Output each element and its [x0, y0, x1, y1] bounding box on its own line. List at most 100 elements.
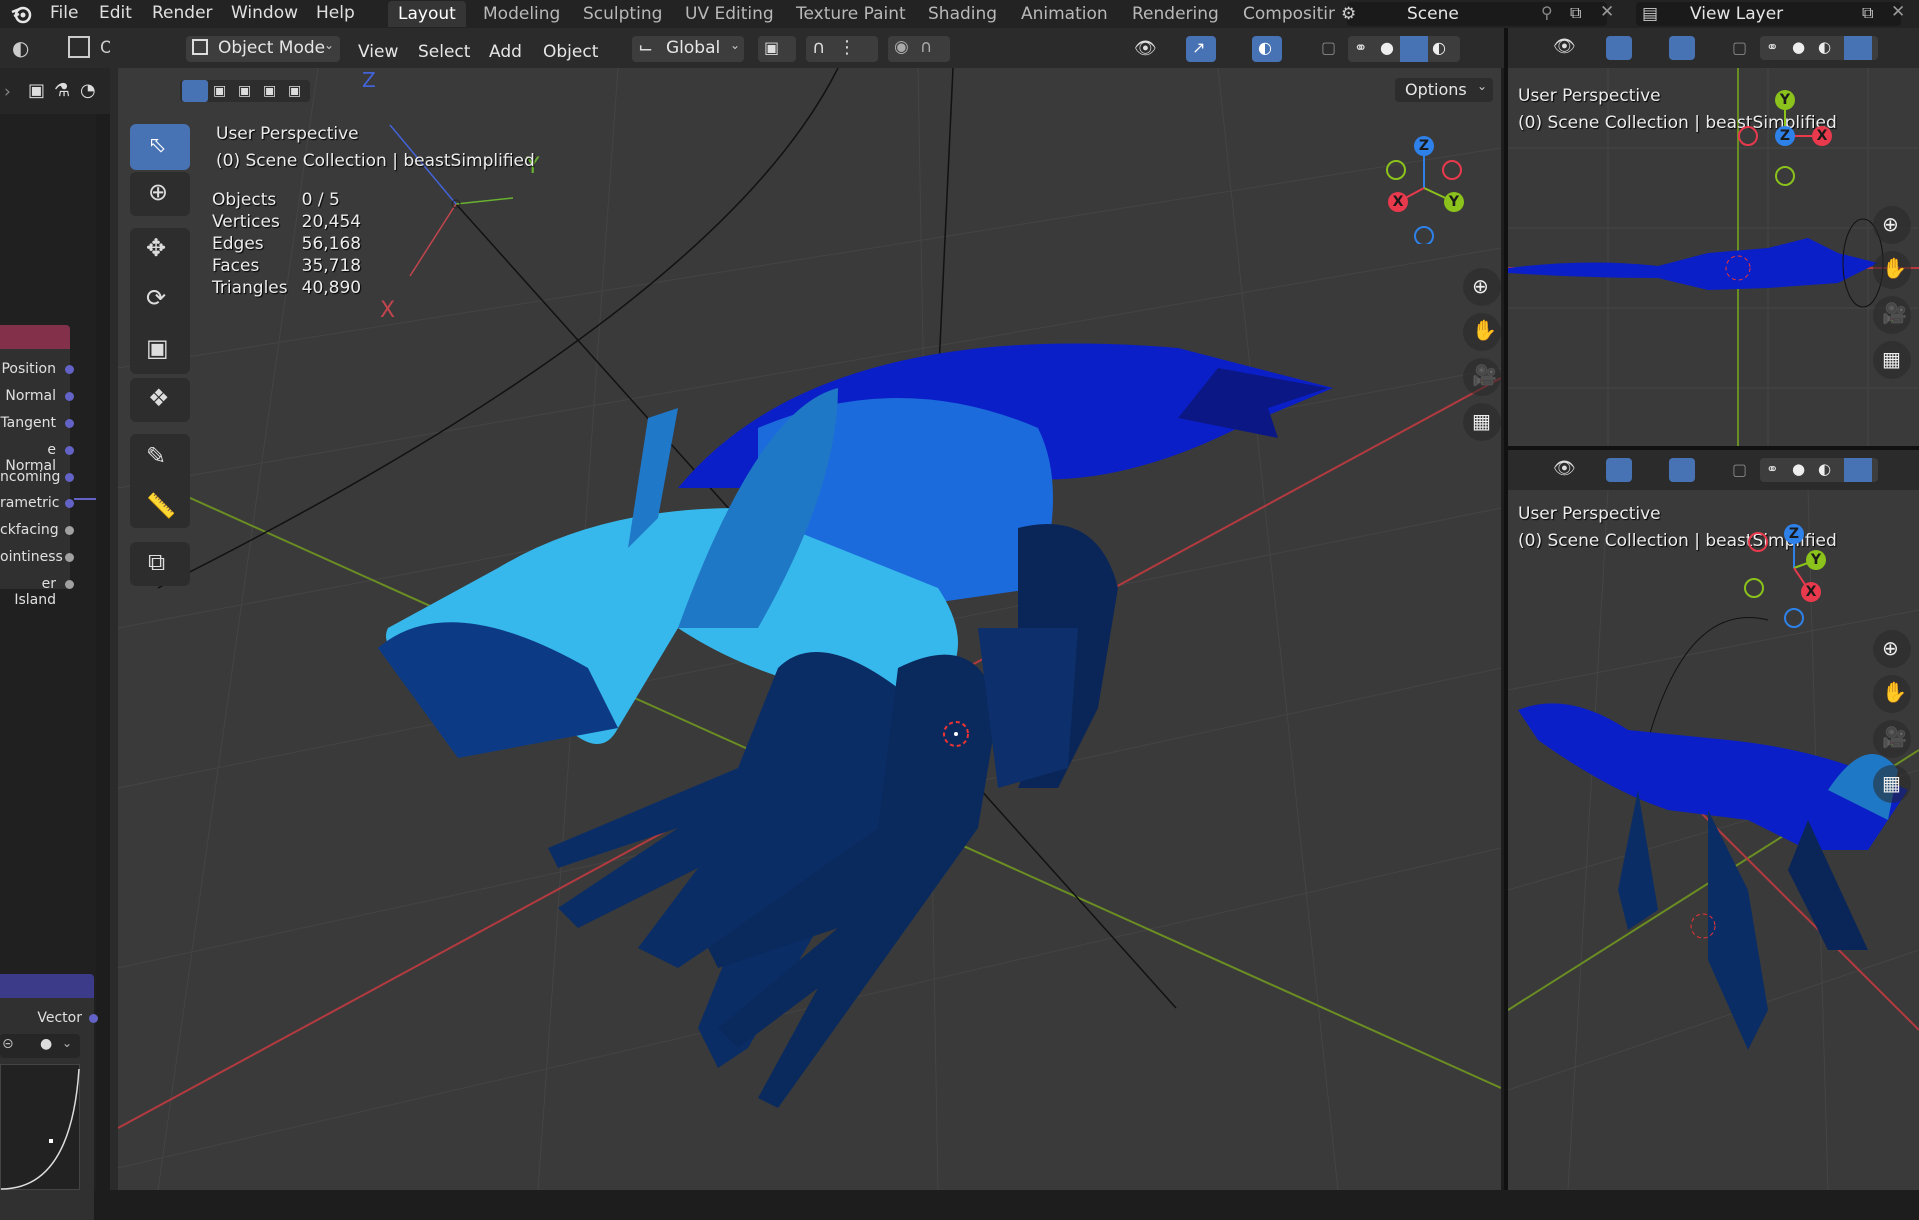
- menu-window[interactable]: Window: [231, 3, 298, 23]
- orientation-selector[interactable]: ⌙ Global ⌄: [632, 36, 744, 62]
- socket[interactable]: [65, 553, 74, 562]
- pin-icon[interactable]: ⚲: [1541, 3, 1553, 22]
- gizmo-axis-x[interactable]: X: [1801, 582, 1821, 602]
- select-intersect-icon[interactable]: ▣: [288, 83, 301, 99]
- node-icon[interactable]: ⚗: [54, 80, 70, 101]
- shading-modes[interactable]: ⚭ ● ◐: [1348, 36, 1460, 62]
- socket[interactable]: [89, 1014, 98, 1023]
- gizmo-toggle[interactable]: ↗: [1186, 36, 1216, 62]
- shading-modes[interactable]: ⚭ ● ◐: [1760, 36, 1878, 60]
- rendered-icon[interactable]: [1844, 36, 1872, 60]
- tab-compositing[interactable]: Compositing: [1233, 1, 1335, 27]
- rendered-icon[interactable]: [1844, 458, 1872, 482]
- gizmo-axis-z[interactable]: Z: [1414, 136, 1434, 156]
- overlay-toggle[interactable]: [1669, 36, 1695, 60]
- top-right-viewport[interactable]: User Perspective (0) Scene Collection | …: [1508, 68, 1919, 446]
- gizmo-axis-x[interactable]: X: [1812, 126, 1832, 146]
- menu-edit[interactable]: Edit: [99, 3, 132, 23]
- bottom-right-viewport[interactable]: User Perspective (0) Scene Collection | …: [1508, 490, 1919, 1190]
- tool-select-box[interactable]: ⬁: [130, 124, 190, 170]
- socket[interactable]: [65, 580, 74, 589]
- node-header-mapping[interactable]: [0, 974, 94, 998]
- xray-icon[interactable]: ▢: [1732, 38, 1747, 57]
- main-viewport[interactable]: Y X Z User Perspective (0) Scene Collect…: [118, 68, 1501, 1190]
- zoom-button[interactable]: ⊕: [1463, 268, 1501, 306]
- minus-icon[interactable]: ⊝: [2, 1036, 14, 1052]
- measure-icon[interactable]: 📏: [146, 492, 176, 520]
- xray-icon[interactable]: ▢: [1732, 460, 1747, 479]
- rotate-icon[interactable]: ⟳: [146, 284, 166, 312]
- overlay-toggle[interactable]: [1669, 458, 1695, 482]
- socket[interactable]: [65, 446, 74, 455]
- gizmo-axis-z[interactable]: Z: [1784, 524, 1804, 544]
- wireframe-icon[interactable]: ⚭: [1354, 38, 1367, 57]
- mode-selector[interactable]: Object Mode ⌄: [186, 36, 340, 62]
- blender-logo-icon[interactable]: [10, 4, 32, 24]
- menu-render[interactable]: Render: [152, 3, 213, 23]
- socket[interactable]: [65, 526, 74, 535]
- chevron-down-icon[interactable]: ⌄: [62, 1036, 72, 1050]
- gizmo-toggle[interactable]: [1606, 458, 1632, 482]
- eye-icon[interactable]: 👁: [1553, 458, 1576, 479]
- proportional-edit-button[interactable]: ◉ ∩: [888, 36, 950, 62]
- tab-animation[interactable]: Animation: [1011, 1, 1118, 27]
- select-extend-icon[interactable]: ▣: [213, 83, 226, 99]
- menu-view[interactable]: View: [358, 42, 398, 62]
- select-invert-icon[interactable]: ▣: [263, 83, 276, 99]
- camera-view-button[interactable]: 🎥: [1463, 358, 1501, 396]
- gizmo-axis-y[interactable]: Y: [1775, 90, 1795, 110]
- close-icon[interactable]: ✕: [1891, 2, 1905, 22]
- zoom-button[interactable]: ⊕: [1873, 630, 1911, 668]
- close-icon[interactable]: ✕: [1600, 2, 1614, 22]
- solid-icon[interactable]: ●: [1792, 38, 1805, 56]
- overlay-toggle[interactable]: ◐: [1252, 36, 1282, 62]
- curve-toolbar[interactable]: ⊝ ● ⌄: [0, 1034, 80, 1058]
- socket[interactable]: [65, 392, 74, 401]
- copy-icon[interactable]: ⧉: [1570, 3, 1581, 23]
- select-subtract-icon[interactable]: ▣: [238, 83, 251, 99]
- annotate-icon[interactable]: ✎: [146, 442, 166, 470]
- toggle-ortho-button[interactable]: ▦: [1873, 341, 1911, 379]
- move-icon[interactable]: ✥: [146, 234, 166, 262]
- tab-texture-paint[interactable]: Texture Paint: [786, 1, 916, 27]
- wireframe-icon[interactable]: ⚭: [1766, 38, 1779, 56]
- dot-icon[interactable]: ●: [40, 1036, 52, 1052]
- menu-file[interactable]: File: [50, 3, 78, 23]
- options-button[interactable]: Options ⌄: [1395, 78, 1493, 102]
- menu-add[interactable]: Add: [489, 42, 522, 62]
- tool-cursor[interactable]: ⊕: [130, 172, 190, 216]
- gizmo-axis-y[interactable]: Y: [1444, 192, 1464, 212]
- select-new-icon[interactable]: [182, 80, 208, 102]
- toggle-ortho-button[interactable]: ▦: [1873, 765, 1911, 803]
- eye-icon[interactable]: 👁: [1553, 36, 1576, 57]
- tab-uv-editing[interactable]: UV Editing: [675, 1, 784, 27]
- tab-layout[interactable]: Layout: [388, 1, 466, 27]
- socket[interactable]: [65, 365, 74, 374]
- socket[interactable]: [65, 473, 74, 482]
- tab-rendering[interactable]: Rendering: [1122, 1, 1229, 27]
- pivot-point-button[interactable]: ▣: [758, 36, 796, 62]
- pan-button[interactable]: ✋: [1873, 251, 1911, 289]
- socket[interactable]: [65, 499, 74, 508]
- copy-icon[interactable]: ⧉: [1862, 3, 1873, 23]
- shading-modes[interactable]: ⚭ ● ◐: [1760, 458, 1878, 482]
- socket[interactable]: [65, 419, 74, 428]
- visibility-button[interactable]: 👁: [1132, 36, 1176, 62]
- material-preview-icon[interactable]: ◐: [1818, 38, 1831, 56]
- selection-mode-group[interactable]: ▣ ▣ ▣ ▣: [180, 80, 310, 102]
- menu-object[interactable]: Object: [543, 42, 598, 62]
- gizmo-toggle[interactable]: [1606, 36, 1632, 60]
- gizmo-axis-y[interactable]: Y: [1806, 550, 1826, 570]
- wireframe-icon[interactable]: ⚭: [1766, 460, 1779, 478]
- chevron-right-icon[interactable]: ›: [4, 82, 11, 102]
- xray-toggle[interactable]: ▢: [1318, 36, 1340, 62]
- camera-view-button[interactable]: 🎥: [1873, 720, 1911, 758]
- scene-selector[interactable]: ⚙ Scene: [1341, 2, 1607, 26]
- frame-icon[interactable]: ▣: [28, 80, 45, 101]
- solid-icon[interactable]: ●: [1380, 38, 1394, 57]
- tab-modeling[interactable]: Modeling: [473, 1, 570, 27]
- curve-widget[interactable]: [0, 1064, 80, 1190]
- menu-select[interactable]: Select: [418, 42, 470, 62]
- camera-view-button[interactable]: 🎥: [1873, 296, 1911, 334]
- material-preview-icon[interactable]: [1400, 36, 1428, 62]
